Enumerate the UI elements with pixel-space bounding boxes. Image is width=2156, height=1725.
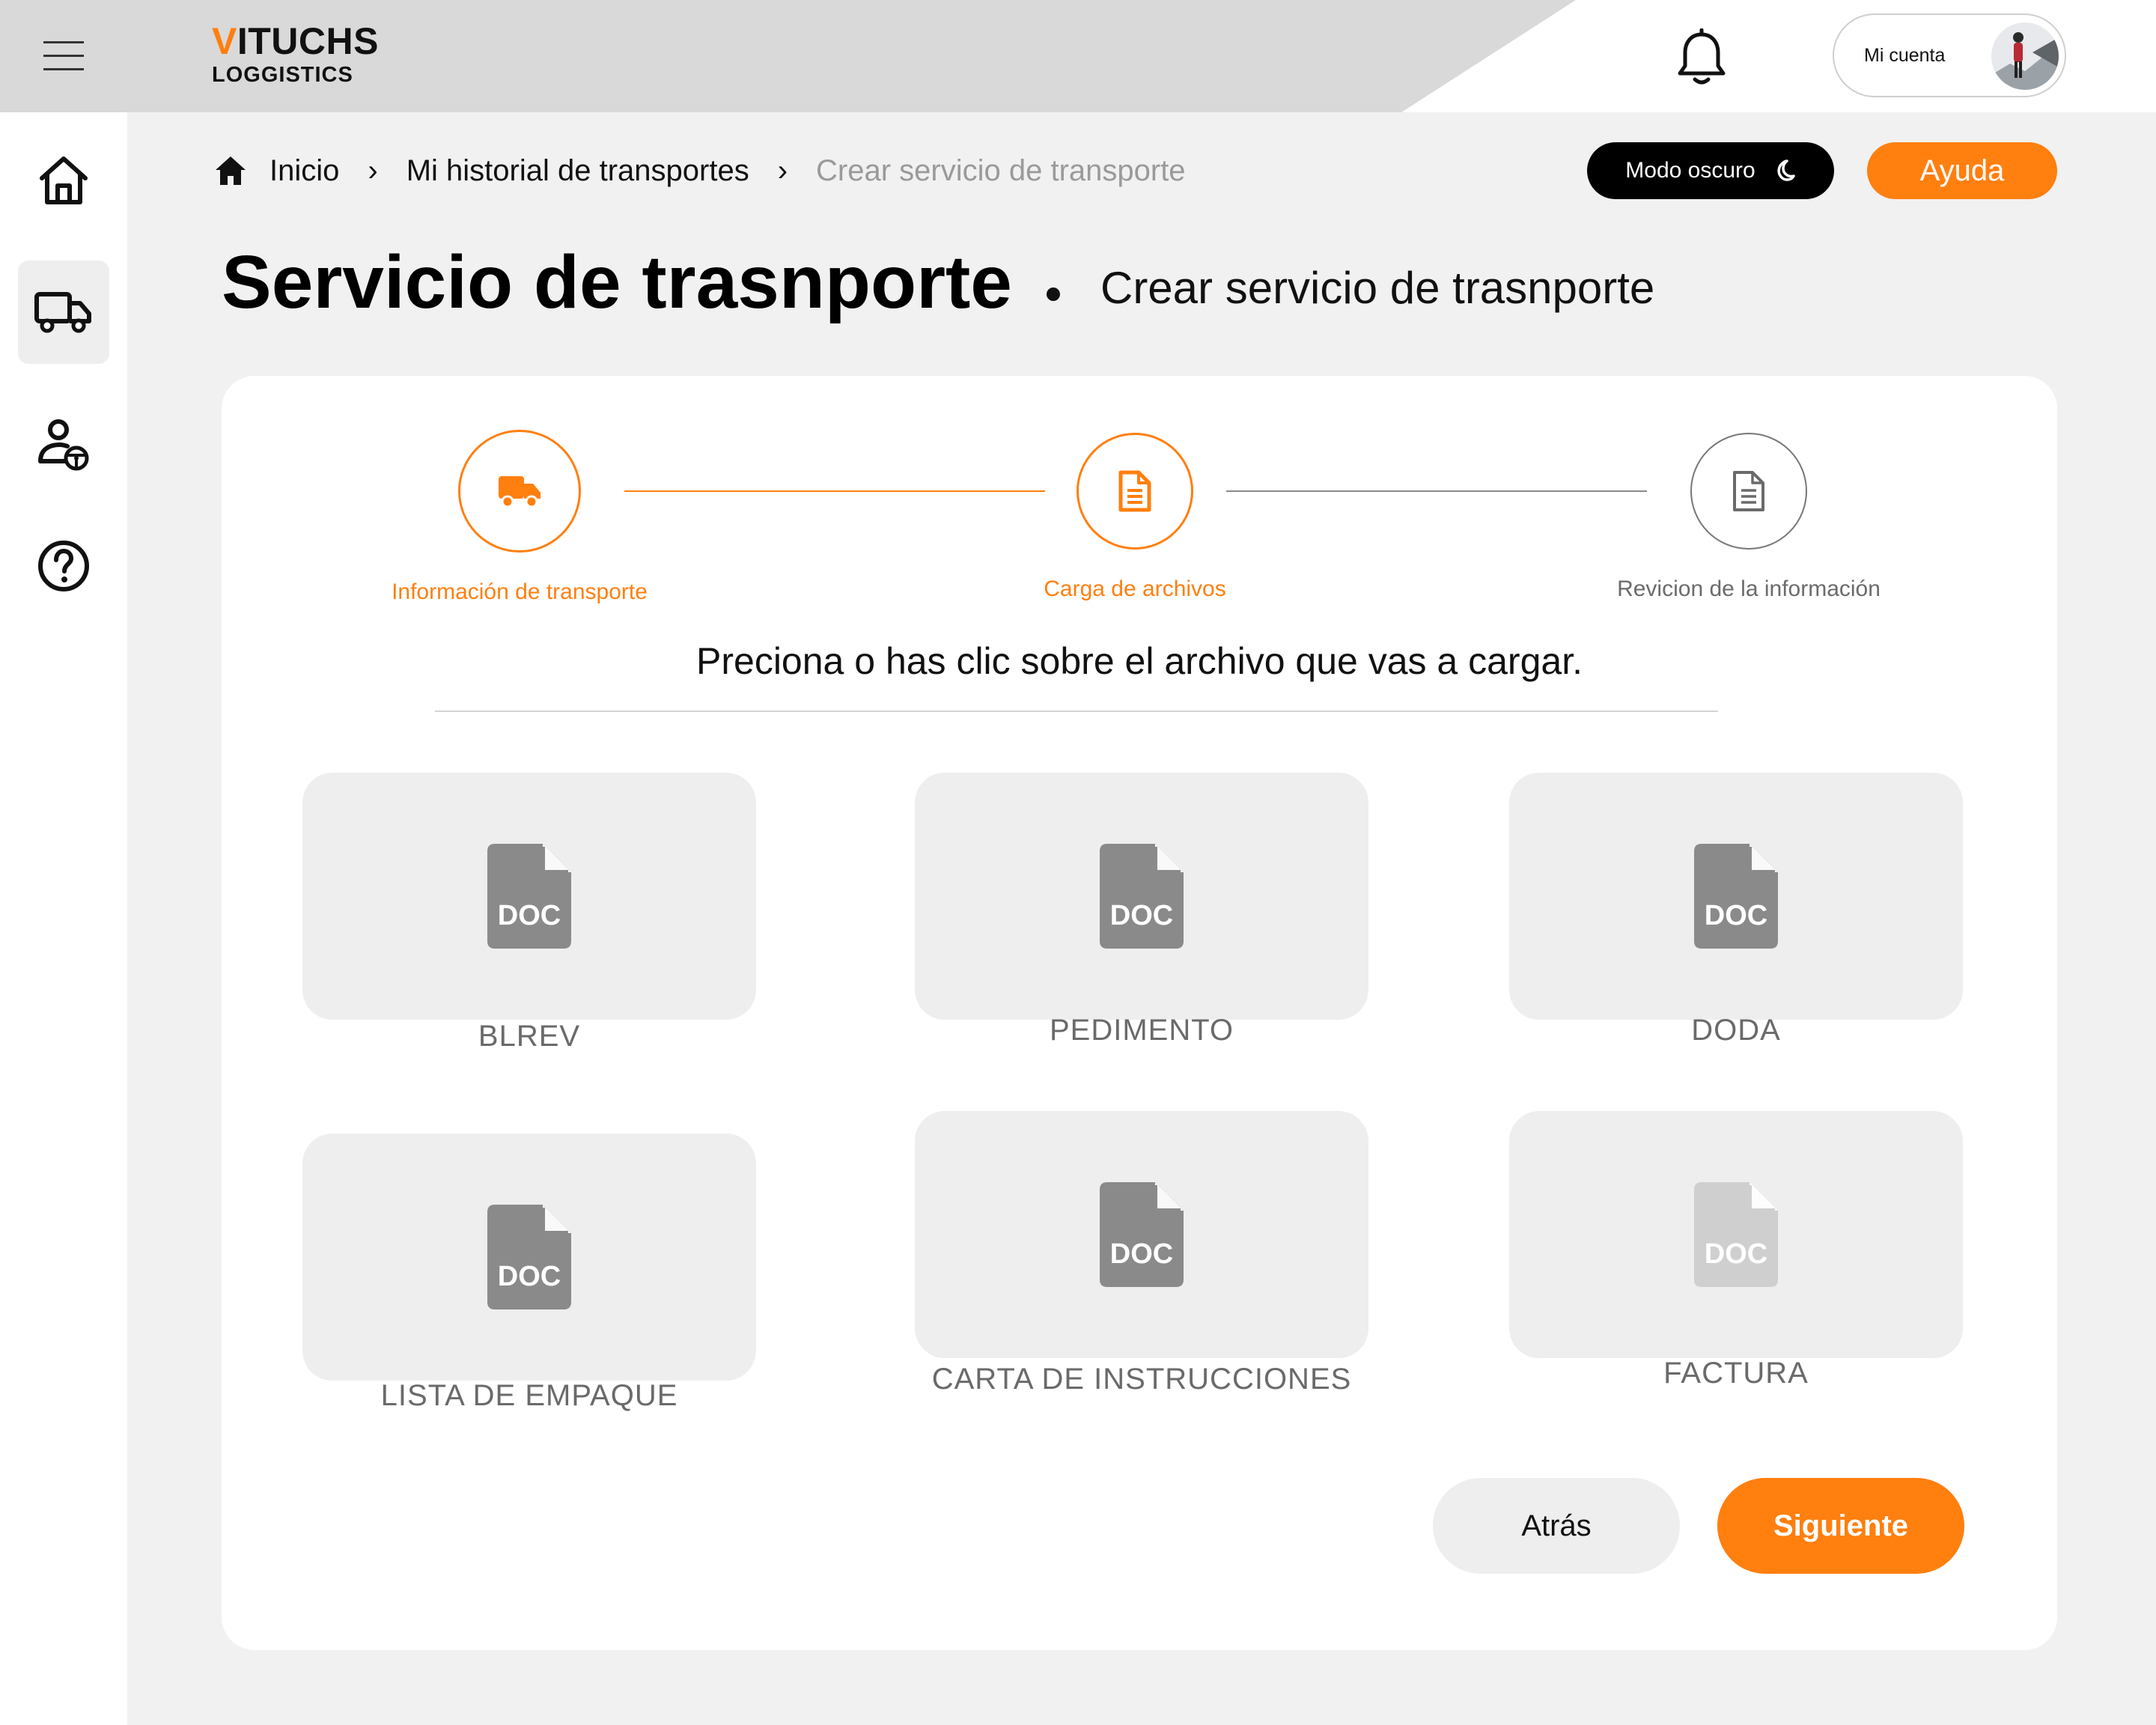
breadcrumb: Inicio › Mi historial de transportes › C… bbox=[214, 148, 1186, 193]
doc-file-icon: DOC bbox=[487, 1205, 571, 1309]
step-circle bbox=[458, 430, 581, 553]
document-icon bbox=[1733, 471, 1764, 511]
svg-text:DOC: DOC bbox=[1705, 900, 1767, 931]
divider bbox=[435, 711, 1718, 712]
doc-upload-lista-de-empaque[interactable]: DOC bbox=[302, 1134, 756, 1381]
step-transport-info: Información de transporte bbox=[362, 430, 677, 605]
step-label: Revicion de la información bbox=[1617, 576, 1881, 601]
svg-text:DOC: DOC bbox=[498, 1261, 561, 1292]
step-file-upload: Carga de archivos bbox=[978, 430, 1292, 602]
breadcrumb-inicio[interactable]: Inicio bbox=[270, 154, 339, 188]
breadcrumb-current: Crear servicio de transporte bbox=[816, 153, 1186, 187]
top-header: VITUCHS LOGGISTICS Mi cuenta bbox=[0, 0, 2156, 112]
account-button[interactable]: Mi cuenta bbox=[1833, 13, 2066, 97]
doc-file-icon: DOC bbox=[1694, 844, 1778, 949]
help-button[interactable]: Ayuda bbox=[1867, 142, 2057, 199]
home-icon[interactable] bbox=[214, 154, 247, 187]
doc-upload-blrev[interactable]: DOC bbox=[302, 773, 756, 1020]
moon-icon bbox=[1777, 159, 1795, 181]
chevron-right-icon: › bbox=[777, 153, 788, 187]
title-separator-dot bbox=[1047, 288, 1060, 301]
step-circle bbox=[1690, 433, 1807, 550]
document-icon bbox=[1118, 470, 1151, 512]
step-review: Revicion de la información bbox=[1592, 430, 1906, 602]
truck-icon bbox=[499, 476, 540, 508]
home-icon bbox=[40, 156, 88, 204]
doc-file-icon: DOC bbox=[1100, 1182, 1184, 1287]
doc-upload-carta-de-instrucciones[interactable]: DOC bbox=[915, 1111, 1368, 1358]
sidebar-item-transports[interactable] bbox=[18, 261, 109, 364]
step-circle bbox=[1077, 433, 1193, 550]
doc-upload-pedimento[interactable]: DOC bbox=[915, 773, 1368, 1020]
user-avatar bbox=[1991, 22, 2059, 90]
step-label: Información de transporte bbox=[392, 579, 648, 604]
brand-logo[interactable]: VITUCHS LOGGISTICS bbox=[212, 22, 379, 86]
chevron-right-icon: › bbox=[368, 153, 378, 187]
step-label: Carga de archivos bbox=[1044, 576, 1226, 601]
doc-label-blrev: BLREV bbox=[478, 1020, 581, 1053]
doc-file-icon: DOC bbox=[1100, 844, 1184, 949]
doc-label-lista-de-empaque: LISTA DE EMPAQUE bbox=[380, 1379, 678, 1412]
hamburger-icon[interactable] bbox=[43, 41, 84, 71]
sidebar-item-drivers[interactable] bbox=[18, 393, 109, 496]
svg-text:DOC: DOC bbox=[498, 900, 561, 931]
driver-user-icon bbox=[38, 419, 89, 471]
doc-label-doda: DODA bbox=[1691, 1014, 1781, 1047]
dark-mode-label: Modo oscuro bbox=[1625, 158, 1755, 183]
doc-label-pedimento: PEDIMENTO bbox=[1049, 1014, 1234, 1047]
svg-text:DOC: DOC bbox=[1110, 900, 1173, 931]
sidebar-item-home[interactable] bbox=[18, 129, 109, 232]
page-subtitle: Crear servicio de trasnporte bbox=[1100, 263, 1655, 313]
next-button[interactable]: Siguiente bbox=[1717, 1478, 1964, 1574]
truck-icon bbox=[34, 292, 91, 333]
svg-text:DOC: DOC bbox=[1110, 1238, 1173, 1270]
doc-file-icon: DOC bbox=[1694, 1182, 1778, 1287]
sidebar-item-help[interactable] bbox=[18, 514, 109, 618]
dark-mode-button[interactable]: Modo oscuro bbox=[1587, 142, 1834, 199]
breadcrumb-historial[interactable]: Mi historial de transportes bbox=[406, 154, 749, 188]
doc-upload-factura[interactable]: DOC bbox=[1509, 1111, 1963, 1358]
doc-label-carta-de-instrucciones: CARTA DE INSTRUCCIONES bbox=[931, 1363, 1352, 1396]
back-button[interactable]: Atrás bbox=[1433, 1478, 1680, 1574]
upload-instruction: Preciona o has clic sobre el archivo que… bbox=[696, 640, 1583, 682]
doc-file-icon: DOC bbox=[487, 844, 571, 949]
upload-card: Información de transporte Carga de archi… bbox=[222, 376, 2057, 1650]
doc-upload-doda[interactable]: DOC bbox=[1509, 773, 1963, 1020]
doc-label-factura: FACTURA bbox=[1663, 1357, 1809, 1390]
page-title: Servicio de trasnporte bbox=[222, 240, 1012, 324]
sidebar bbox=[0, 112, 127, 1725]
question-icon bbox=[38, 541, 89, 591]
bell-icon[interactable] bbox=[1674, 28, 1729, 87]
account-label: Mi cuenta bbox=[1864, 45, 1946, 66]
svg-text:DOC: DOC bbox=[1705, 1238, 1767, 1270]
